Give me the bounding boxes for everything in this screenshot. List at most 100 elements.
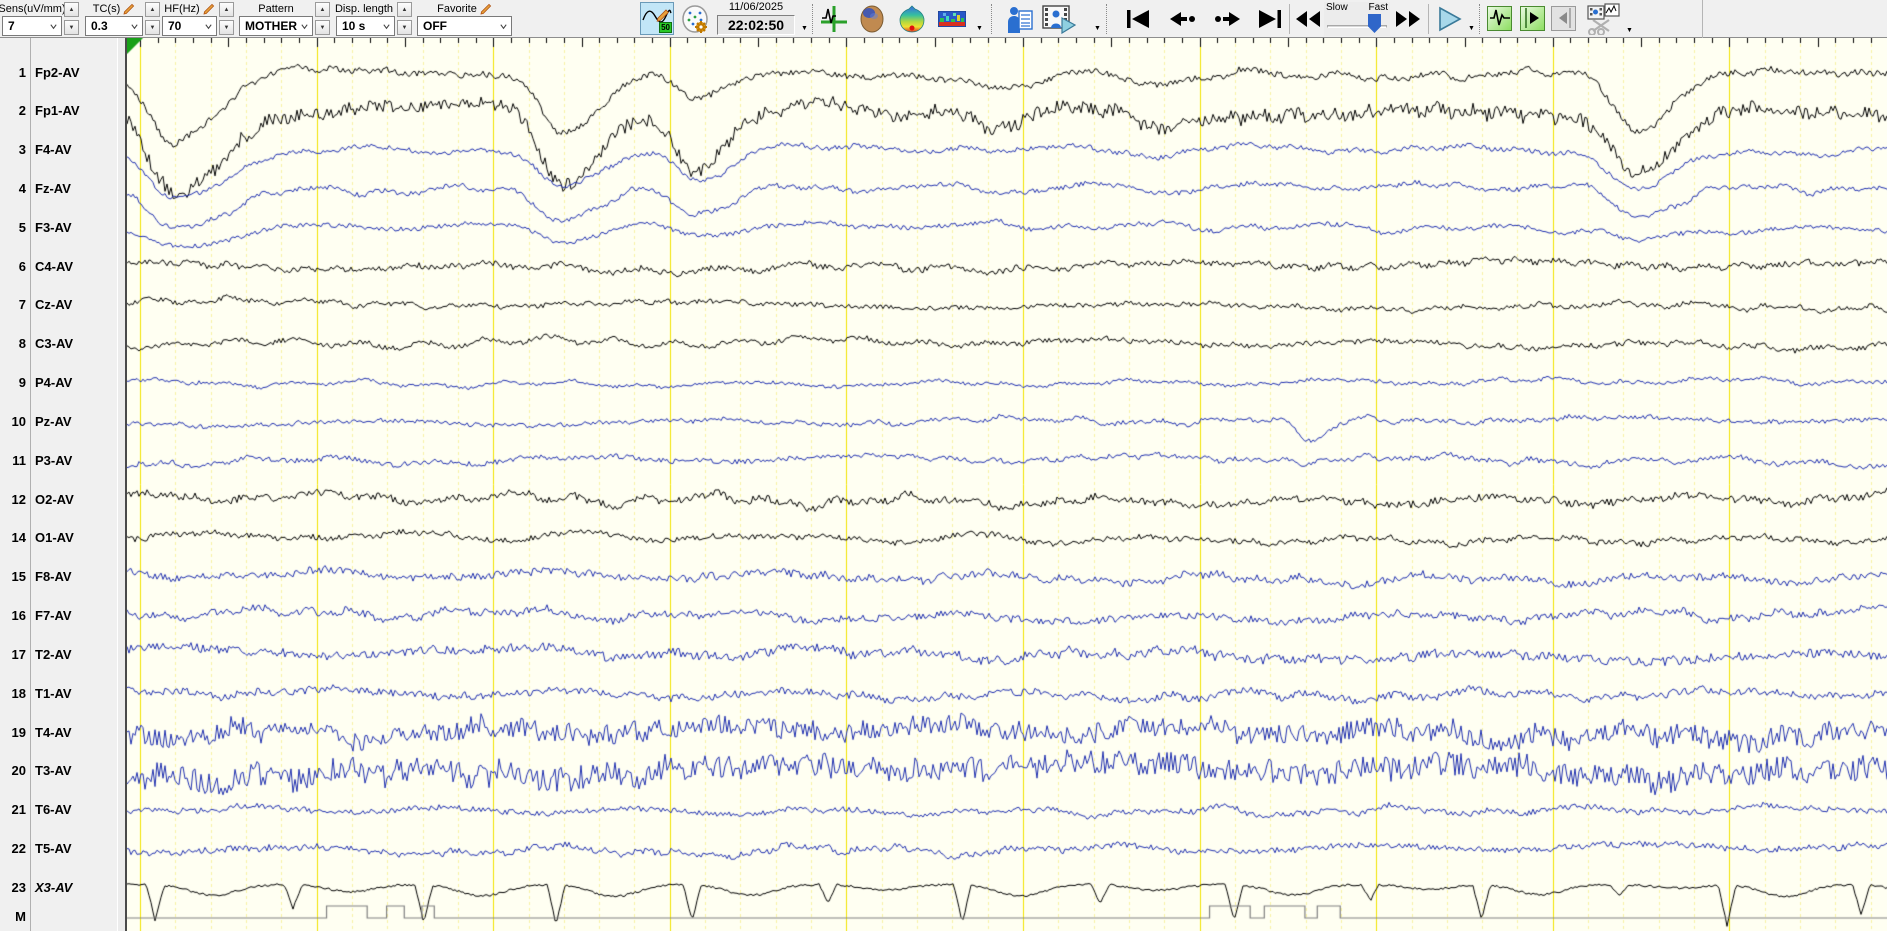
skip-end-icon bbox=[1259, 10, 1281, 28]
disp-length-dropdown[interactable]: 10 s bbox=[336, 16, 395, 36]
panel-back-button[interactable] bbox=[1551, 6, 1576, 31]
disp-length-down-button[interactable]: ▼ bbox=[397, 20, 412, 35]
notch-50hz-badge: 50 bbox=[659, 22, 672, 33]
channel-row[interactable]: 3 F4-AV bbox=[0, 138, 117, 162]
video-button[interactable] bbox=[1041, 4, 1077, 34]
play-dropdown-arrow[interactable]: ▼ bbox=[1468, 25, 1475, 32]
channel-row[interactable]: 23 X3-AV bbox=[0, 875, 117, 899]
channel-label: C3-AV bbox=[35, 336, 74, 352]
channel-number: 1 bbox=[18, 64, 26, 80]
channel-label: O1-AV bbox=[35, 530, 74, 546]
wave-cursor-button[interactable] bbox=[820, 5, 848, 33]
channel-number: 23 bbox=[11, 879, 26, 895]
channel-label: Fp1-AV bbox=[35, 103, 80, 119]
toolbar-separator bbox=[1479, 4, 1480, 34]
channel-number: 7 bbox=[18, 297, 26, 313]
skip-to-end-button[interactable] bbox=[1256, 8, 1284, 30]
map-dropdown-arrow[interactable]: ▼ bbox=[976, 25, 983, 32]
channel-label: T5-AV bbox=[35, 841, 72, 857]
channel-row[interactable]: 11 P3-AV bbox=[0, 448, 117, 472]
channel-number: 19 bbox=[11, 724, 26, 740]
channel-row[interactable]: 20 T3-AV bbox=[0, 759, 117, 783]
marker-label: M bbox=[15, 908, 26, 924]
dsa-trend-button[interactable] bbox=[937, 10, 967, 28]
sensitivity-down-button[interactable]: ▼ bbox=[64, 20, 79, 35]
notch-filter-button[interactable]: 50 bbox=[640, 2, 674, 35]
hf-down-button[interactable]: ▼ bbox=[219, 20, 234, 35]
channel-row[interactable]: 5 F3-AV bbox=[0, 215, 117, 239]
fast-forward-button[interactable] bbox=[1394, 8, 1422, 30]
channel-row[interactable]: 9 P4-AV bbox=[0, 371, 117, 395]
montage-settings-button[interactable] bbox=[679, 4, 711, 34]
film-scissors-icon bbox=[1587, 3, 1620, 35]
spectrogram-icon bbox=[938, 11, 966, 27]
video-dropdown-arrow[interactable]: ▼ bbox=[1094, 25, 1101, 32]
fast-forward-icon bbox=[1396, 11, 1420, 27]
fast-label: Fast bbox=[1368, 2, 1388, 13]
skip-to-start-button[interactable] bbox=[1124, 8, 1152, 30]
disp-length-value: 10 s bbox=[342, 19, 366, 33]
review-mode-button[interactable] bbox=[1487, 6, 1512, 31]
slider-thumb[interactable] bbox=[1368, 14, 1381, 33]
tc-dropdown[interactable]: 0.3 bbox=[85, 16, 143, 36]
channel-row[interactable]: 19 T4-AV bbox=[0, 720, 117, 744]
channel-row[interactable]: 18 T1-AV bbox=[0, 681, 117, 705]
channel-number: 10 bbox=[11, 413, 26, 429]
field-display-length: Disp. length 10 s ▲ ▼ bbox=[335, 1, 412, 36]
channel-number: 9 bbox=[18, 375, 26, 391]
patient-info-button[interactable] bbox=[1006, 5, 1034, 33]
play-panel-button[interactable] bbox=[1520, 6, 1545, 31]
channel-row[interactable]: 15 F8-AV bbox=[0, 565, 117, 589]
pattern-up-button[interactable]: ▲ bbox=[315, 2, 330, 17]
tc-up-button[interactable]: ▲ bbox=[145, 2, 160, 17]
channel-number: 2 bbox=[18, 103, 26, 119]
topography-map-button[interactable] bbox=[896, 5, 928, 33]
chevron-down-icon bbox=[383, 23, 390, 29]
channel-row[interactable]: 1 Fp2-AV bbox=[0, 60, 117, 84]
waveform-canvas[interactable] bbox=[127, 38, 1887, 931]
tc-down-button[interactable]: ▼ bbox=[145, 20, 160, 35]
field-sensitivity: Sens(uV/mm) 7 ▲ ▼ bbox=[0, 1, 79, 36]
favorite-dropdown[interactable]: OFF bbox=[417, 16, 512, 36]
chevron-down-icon bbox=[500, 23, 507, 29]
step-back-button[interactable] bbox=[1168, 8, 1198, 30]
head-3d-map-button[interactable] bbox=[857, 5, 887, 33]
field-time-constant: TC(s) 0.3 ▲ ▼ bbox=[85, 1, 160, 36]
channel-row[interactable]: 22 T5-AV bbox=[0, 837, 117, 861]
hf-dropdown[interactable]: 70 bbox=[162, 16, 217, 36]
head-3d-icon bbox=[860, 5, 884, 33]
eeg-review-window: Sens(uV/mm) 7 ▲ ▼ TC(s) 0.3 ▲ ▼ HF(Hz) 7… bbox=[0, 0, 1887, 931]
datetime-dropdown-arrow[interactable]: ▼ bbox=[801, 25, 808, 32]
channel-row[interactable]: 4 Fz-AV bbox=[0, 176, 117, 200]
channel-row[interactable]: 6 C4-AV bbox=[0, 254, 117, 278]
step-forward-button[interactable] bbox=[1212, 8, 1242, 30]
channel-row[interactable]: 21 T6-AV bbox=[0, 798, 117, 822]
topo-map-icon bbox=[899, 5, 925, 33]
channel-row[interactable]: 10 Pz-AV bbox=[0, 409, 117, 433]
channel-label: F8-AV bbox=[35, 569, 72, 585]
sensitivity-dropdown[interactable]: 7 bbox=[2, 16, 62, 36]
time-display[interactable]: 22:02:50 bbox=[717, 15, 795, 35]
channel-row[interactable]: 2 Fp1-AV bbox=[0, 99, 117, 123]
pattern-down-button[interactable]: ▼ bbox=[315, 20, 330, 35]
channel-row[interactable]: 8 C3-AV bbox=[0, 332, 117, 356]
video-clip-button[interactable] bbox=[1585, 3, 1621, 35]
channel-number: 12 bbox=[11, 491, 26, 507]
clip-dropdown-arrow[interactable]: ▼ bbox=[1626, 27, 1633, 34]
channel-row[interactable]: 14 O1-AV bbox=[0, 526, 117, 550]
date-text: 11/06/2025 bbox=[728, 1, 784, 13]
video-film-icon bbox=[1042, 5, 1076, 34]
channel-row[interactable]: 16 F7-AV bbox=[0, 604, 117, 628]
channel-row[interactable]: 12 O2-AV bbox=[0, 487, 117, 511]
pattern-dropdown[interactable]: MOTHER bbox=[239, 16, 313, 36]
channel-label: F4-AV bbox=[35, 142, 72, 158]
disp-length-up-button[interactable]: ▲ bbox=[397, 2, 412, 17]
channel-row[interactable]: 7 Cz-AV bbox=[0, 293, 117, 317]
play-button[interactable] bbox=[1436, 6, 1464, 32]
field-favorite: Favorite OFF bbox=[417, 1, 512, 36]
channel-label: P3-AV bbox=[35, 452, 73, 468]
hf-up-button[interactable]: ▲ bbox=[219, 2, 234, 17]
rewind-button[interactable] bbox=[1294, 8, 1322, 30]
sensitivity-up-button[interactable]: ▲ bbox=[64, 2, 79, 17]
channel-row[interactable]: 17 T2-AV bbox=[0, 642, 117, 666]
